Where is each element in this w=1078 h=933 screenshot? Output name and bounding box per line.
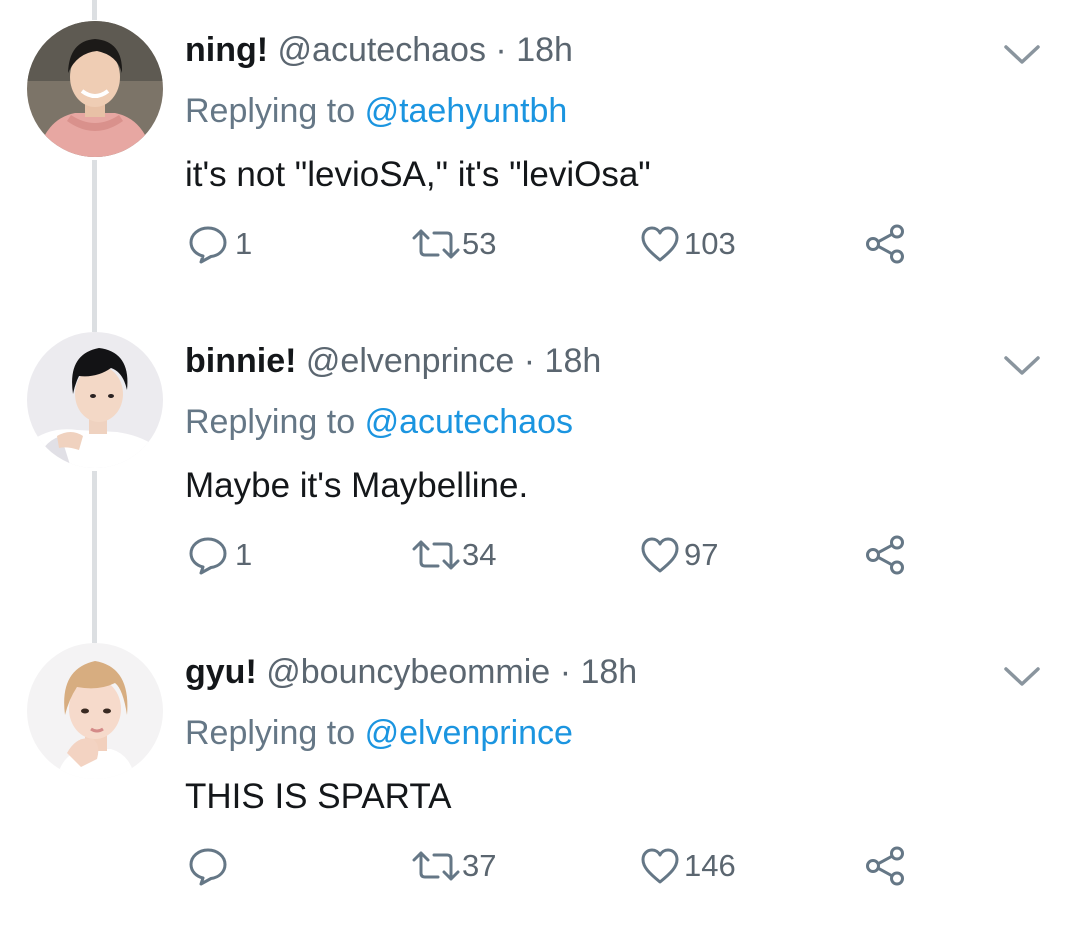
user-handle[interactable]: @bouncybeommie <box>266 653 550 691</box>
reply-button[interactable]: 1 <box>187 533 252 577</box>
display-name[interactable]: binnie! <box>185 342 296 380</box>
heart-icon <box>641 226 679 262</box>
avatar-image <box>27 21 163 157</box>
avatar[interactable] <box>27 332 163 468</box>
tweet-menu-button[interactable] <box>1002 40 1042 70</box>
share-icon <box>866 846 904 886</box>
replying-to-mention[interactable]: @acutechaos <box>365 403 573 441</box>
share-icon <box>866 535 904 575</box>
heart-icon <box>641 537 679 573</box>
share-icon <box>866 224 904 264</box>
replying-to: Replying to @acutechaos <box>185 400 573 444</box>
reply-button[interactable] <box>187 844 235 888</box>
like-button[interactable]: 146 <box>640 844 736 888</box>
replying-to-label: Replying to <box>185 714 356 752</box>
tweet-menu-button[interactable] <box>1002 662 1042 692</box>
avatar[interactable] <box>27 643 163 779</box>
share-button[interactable] <box>864 222 906 266</box>
like-count: 97 <box>684 537 719 572</box>
reply-icon <box>189 226 227 264</box>
user-handle[interactable]: @acutechaos <box>278 31 486 69</box>
retweet-count: 37 <box>462 848 497 883</box>
replying-to-mention[interactable]: @taehyuntbh <box>365 92 568 130</box>
tweet-header: binnie! @elvenprince · 18h <box>185 338 601 384</box>
retweet-count: 34 <box>462 537 497 572</box>
like-button[interactable]: 103 <box>640 222 736 266</box>
replying-to-label: Replying to <box>185 403 356 441</box>
replying-to: Replying to @elvenprince <box>185 711 573 755</box>
timestamp[interactable]: 18h <box>580 653 637 691</box>
tweet-text: Maybe it's Maybelline. <box>185 466 529 505</box>
display-name[interactable]: ning! <box>185 31 268 69</box>
avatar[interactable] <box>27 21 163 157</box>
tweet-menu-button[interactable] <box>1002 351 1042 381</box>
timestamp[interactable]: 18h <box>516 31 573 69</box>
replying-to: Replying to @taehyuntbh <box>185 89 567 133</box>
dot-separator: · <box>523 342 536 380</box>
reply-count: 1 <box>235 226 253 261</box>
tweet-text: it's not "levioSA," it's "leviOsa" <box>185 155 651 194</box>
like-button[interactable]: 97 <box>640 533 718 577</box>
tweet-header: ning! @acutechaos · 18h <box>185 27 573 73</box>
avatar-image <box>27 332 163 468</box>
reply-icon <box>189 848 227 886</box>
replying-to-mention[interactable]: @elvenprince <box>365 714 573 752</box>
like-count: 146 <box>684 848 736 883</box>
chevron-down-icon <box>1004 356 1040 375</box>
replying-to-label: Replying to <box>185 92 356 130</box>
retweet-count: 53 <box>462 226 497 261</box>
dot-separator: · <box>495 31 507 69</box>
tweet-text: THIS IS SPARTA <box>185 777 452 816</box>
reply-count: 1 <box>235 537 253 572</box>
tweet[interactable]: gyu! @bouncybeommie · 18h Replying to @e… <box>0 622 1078 933</box>
dot-separator: · <box>559 653 572 691</box>
chevron-down-icon <box>1004 667 1040 686</box>
retweet-icon <box>412 851 460 881</box>
reply-icon <box>189 537 227 575</box>
like-count: 103 <box>684 226 736 261</box>
retweet-button[interactable]: 37 <box>412 844 496 888</box>
share-button[interactable] <box>864 844 906 888</box>
share-button[interactable] <box>864 533 906 577</box>
retweet-button[interactable]: 53 <box>412 222 496 266</box>
display-name[interactable]: gyu! <box>185 653 257 691</box>
tweet[interactable]: ning! @acutechaos · 18h Replying to @tae… <box>0 0 1078 311</box>
tweet[interactable]: binnie! @elvenprince · 18h Replying to @… <box>0 311 1078 622</box>
avatar-image <box>27 643 163 779</box>
reply-button[interactable]: 1 <box>187 222 252 266</box>
heart-icon <box>641 848 679 884</box>
retweet-icon <box>412 229 460 259</box>
retweet-button[interactable]: 34 <box>412 533 496 577</box>
chevron-down-icon <box>1004 45 1040 64</box>
retweet-icon <box>412 540 460 570</box>
tweet-header: gyu! @bouncybeommie · 18h <box>185 649 637 695</box>
timestamp[interactable]: 18h <box>545 342 602 380</box>
user-handle[interactable]: @elvenprince <box>306 342 514 380</box>
